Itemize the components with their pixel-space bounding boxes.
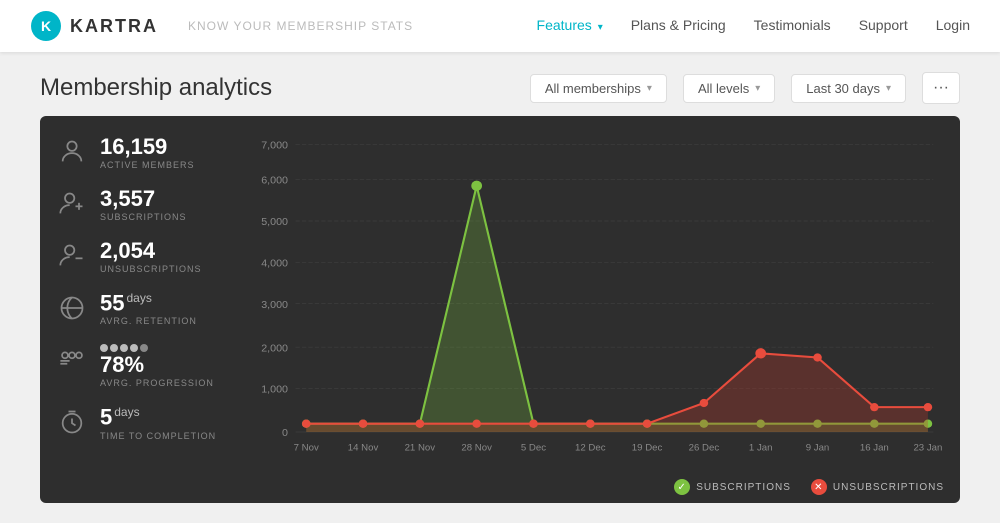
stat-subscriptions: 3,557 SUBSCRIPTIONS <box>56 188 234 222</box>
svg-text:5,000: 5,000 <box>261 216 288 228</box>
subscriptions-check-icon: ✓ <box>674 479 690 495</box>
period-filter-button[interactable]: Last 30 days ▾ <box>791 74 906 103</box>
more-options-button[interactable]: ··· <box>922 72 960 104</box>
svg-text:21 Nov: 21 Nov <box>405 443 436 454</box>
stat-active-members: 16,159 ACTIVE MEMBERS <box>56 136 234 170</box>
legend-unsubscriptions: ✕ UNSUBSCRIPTIONS <box>811 479 944 495</box>
svg-text:26 Dec: 26 Dec <box>689 443 720 454</box>
level-filter-button[interactable]: All levels ▾ <box>683 74 775 103</box>
svg-text:7 Nov: 7 Nov <box>294 443 319 454</box>
svg-text:K: K <box>41 18 51 34</box>
period-filter-label: Last 30 days <box>806 81 880 96</box>
chevron-down-icon: ▾ <box>598 22 603 33</box>
active-members-value: 16,159 <box>100 136 195 158</box>
svg-text:6,000: 6,000 <box>261 175 288 187</box>
analytics-header: Membership analytics All memberships ▾ A… <box>40 72 960 104</box>
nav-item-testimonials[interactable]: Testimonials <box>754 17 831 35</box>
progression-label: AVRG. PROGRESSION <box>100 378 214 388</box>
subscriptions-legend-label: SUBSCRIPTIONS <box>696 482 791 493</box>
user-minus-icon <box>56 240 88 272</box>
membership-filter-button[interactable]: All memberships ▾ <box>530 74 667 103</box>
svg-text:1,000: 1,000 <box>261 384 288 396</box>
unsubscriptions-label: UNSUBSCRIPTIONS <box>100 264 202 274</box>
svg-text:9 Jan: 9 Jan <box>806 443 830 454</box>
svg-text:14 Nov: 14 Nov <box>348 443 379 454</box>
chevron-down-icon: ▾ <box>647 83 652 94</box>
stat-completion: 5days TIME TO COMPLETION <box>56 406 234 440</box>
nav-link-testimonials[interactable]: Testimonials <box>754 17 831 33</box>
nav-link-support[interactable]: Support <box>859 17 908 33</box>
nav-item-login[interactable]: Login <box>936 17 970 35</box>
chart-area: 0 1,000 2,000 3,000 4,000 5,000 6,000 7,… <box>250 116 960 503</box>
stats-sidebar: 16,159 ACTIVE MEMBERS 3,557 SUBSCRIPTION… <box>40 116 250 503</box>
analytics-chart: 0 1,000 2,000 3,000 4,000 5,000 6,000 7,… <box>258 132 944 463</box>
main-content: Membership analytics All memberships ▾ A… <box>0 52 1000 523</box>
active-members-label: ACTIVE MEMBERS <box>100 160 195 170</box>
stat-retention: 55days AVRG. RETENTION <box>56 292 234 326</box>
stat-progression: 78% AVRG. PROGRESSION <box>56 344 234 388</box>
nav-item-features[interactable]: Features ▾ <box>537 17 603 35</box>
page-title: Membership analytics <box>40 74 514 102</box>
retention-label: AVRG. RETENTION <box>100 316 197 326</box>
svg-text:12 Dec: 12 Dec <box>575 443 606 454</box>
unsubscriptions-value: 2,054 <box>100 240 202 262</box>
user-icon <box>56 136 88 168</box>
x-axis: 7 Nov 14 Nov 21 Nov 28 Nov 5 Dec 12 Dec … <box>294 443 943 454</box>
stat-unsubscriptions: 2,054 UNSUBSCRIPTIONS <box>56 240 234 274</box>
svg-text:5 Dec: 5 Dec <box>521 443 546 454</box>
chart-legend: ✓ SUBSCRIPTIONS ✕ UNSUBSCRIPTIONS <box>674 479 944 495</box>
subscriptions-label: SUBSCRIPTIONS <box>100 212 187 222</box>
nav-link-plans[interactable]: Plans & Pricing <box>631 17 726 33</box>
completion-value: 5days <box>100 406 216 428</box>
unsubscriptions-check-icon: ✕ <box>811 479 827 495</box>
svg-text:28 Nov: 28 Nov <box>461 443 492 454</box>
logo: K KARTRA <box>30 10 158 42</box>
unsubscriptions-legend-label: UNSUBSCRIPTIONS <box>833 482 944 493</box>
logo-text: KARTRA <box>70 16 158 37</box>
svg-text:23 Jan: 23 Jan <box>913 443 942 454</box>
svg-text:16 Jan: 16 Jan <box>860 443 889 454</box>
svg-text:1 Jan: 1 Jan <box>749 443 773 454</box>
nav-link-login[interactable]: Login <box>936 17 970 33</box>
analytics-panel: 16,159 ACTIVE MEMBERS 3,557 SUBSCRIPTION… <box>40 116 960 503</box>
chevron-down-icon: ▾ <box>886 83 891 94</box>
timer-icon <box>56 406 88 438</box>
legend-subscriptions: ✓ SUBSCRIPTIONS <box>674 479 791 495</box>
svg-text:2,000: 2,000 <box>261 342 288 354</box>
svg-text:0: 0 <box>282 427 288 439</box>
svg-text:3,000: 3,000 <box>261 299 288 311</box>
nav-item-support[interactable]: Support <box>859 17 908 35</box>
subscriptions-value: 3,557 <box>100 188 187 210</box>
retention-value: 55days <box>100 292 197 314</box>
unsubscriptions-area <box>306 353 928 432</box>
svg-text:19 Dec: 19 Dec <box>632 443 663 454</box>
nav-link-features[interactable]: Features ▾ <box>537 17 603 33</box>
level-filter-label: All levels <box>698 81 749 96</box>
user-plus-icon <box>56 188 88 220</box>
svg-text:7,000: 7,000 <box>261 140 288 152</box>
svg-text:4,000: 4,000 <box>261 258 288 270</box>
completion-label: TIME TO COMPLETION <box>100 431 216 441</box>
globe-users-icon <box>56 292 88 324</box>
nav-item-plans[interactable]: Plans & Pricing <box>631 17 726 35</box>
progression-dots <box>100 344 214 352</box>
nav-links: Features ▾ Plans & Pricing Testimonials … <box>537 17 970 35</box>
membership-filter-label: All memberships <box>545 81 641 96</box>
chevron-down-icon: ▾ <box>755 83 760 94</box>
navbar: K KARTRA KNOW YOUR MEMBERSHIP STATS Feat… <box>0 0 1000 52</box>
progress-users-icon <box>56 344 88 376</box>
kartra-logo-icon: K <box>30 10 62 42</box>
progression-value: 78% <box>100 354 214 376</box>
nav-promo-text: KNOW YOUR MEMBERSHIP STATS <box>188 19 537 33</box>
